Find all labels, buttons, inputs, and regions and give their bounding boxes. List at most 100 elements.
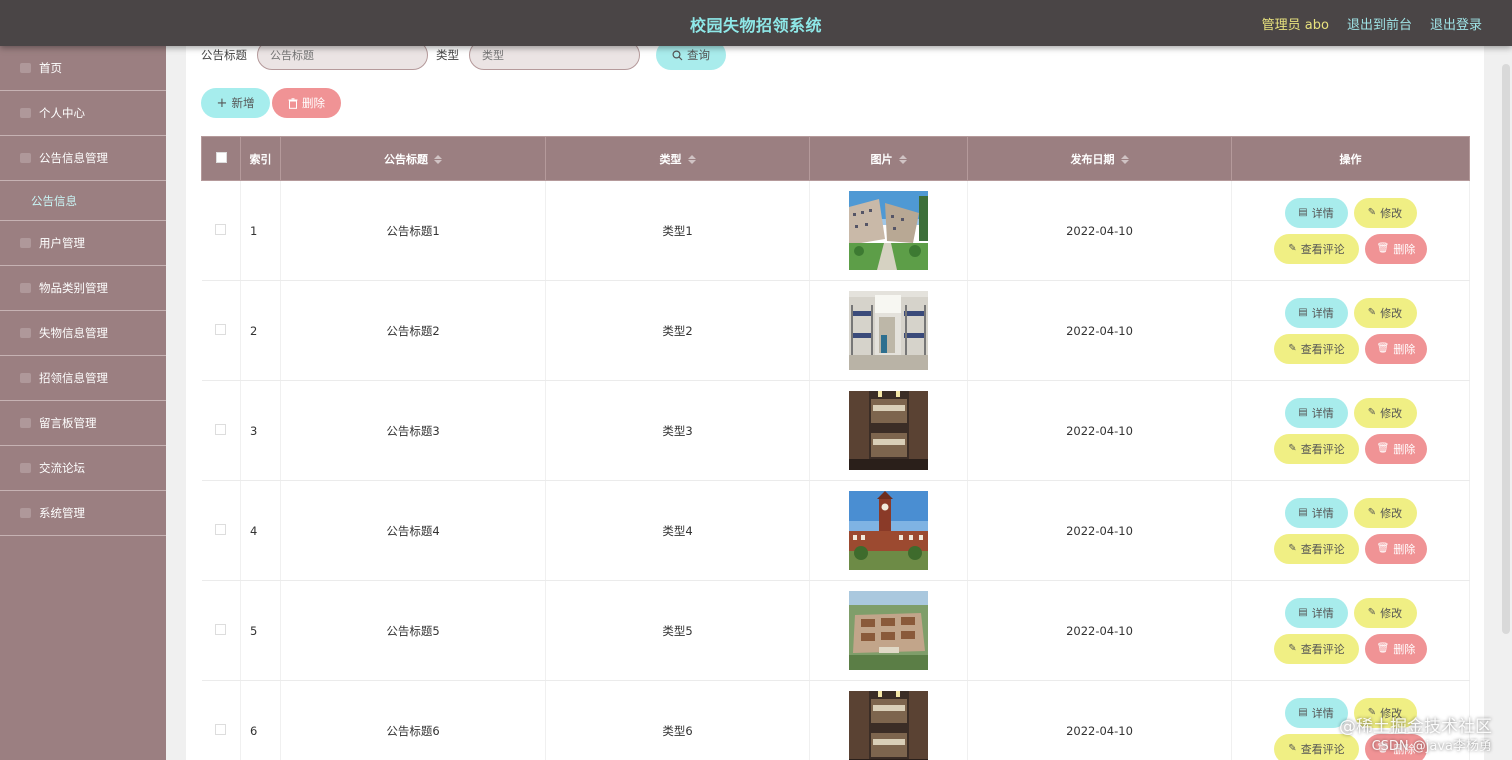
delete-button[interactable]: 🗑 删除 [1365, 333, 1427, 364]
campus-buildings-image[interactable] [849, 191, 928, 270]
sort-icon[interactable] [687, 155, 696, 164]
batch-delete-button[interactable]: 删除 [272, 88, 341, 118]
vertical-scrollbar[interactable] [1502, 64, 1510, 634]
sidebar-item-message-board[interactable]: 留言板管理 [0, 401, 166, 446]
document-icon: ▤ [1298, 507, 1308, 518]
column-header-title[interactable]: 公告标题 [280, 136, 546, 181]
sort-icon[interactable] [434, 155, 442, 164]
pencil-icon: ✎ [1367, 307, 1377, 318]
users-icon [20, 238, 31, 248]
add-button[interactable]: + 新增 [201, 88, 270, 118]
delete-button[interactable]: 🗑 删除 [1365, 233, 1427, 264]
select-all-cell [201, 136, 241, 181]
delete-button[interactable]: 🗑 删除 [1365, 533, 1427, 564]
view-comments-button[interactable]: ✎ 查看评论 [1274, 233, 1359, 264]
row-title: 公告标题6 [280, 680, 546, 760]
row-checkbox[interactable] [215, 523, 227, 535]
detail-button[interactable]: ▤ 详情 [1284, 597, 1348, 628]
row-actions: ▤ 详情 ✎ 修改 ✎ 查看评论 🗑 删除 [1231, 180, 1470, 281]
row-checkbox-cell [201, 280, 241, 381]
detail-button[interactable]: ▤ 详情 [1284, 397, 1348, 428]
table-row: 6 公告标题6 类型6 2022-04-10 ▤详情 ✎修改 ✎查看评论 [201, 680, 1470, 760]
edit-label: 修改 [1380, 506, 1403, 520]
column-header-label: 索引 [249, 152, 272, 166]
dorm-room-dark-image[interactable] [849, 391, 928, 470]
sidebar-subitem-notice[interactable]: 公告信息 [0, 181, 166, 221]
dorm-room-dark-image[interactable] [849, 691, 928, 760]
document-icon: ▤ [1298, 207, 1308, 218]
admin-label: 管理员 abo [1261, 18, 1329, 33]
view-comments-button[interactable]: ✎ 查看评论 [1274, 333, 1359, 364]
delete-button[interactable]: 🗑 删除 [1365, 633, 1427, 664]
sidebar-item-lost-items[interactable]: 失物信息管理 [0, 311, 166, 356]
detail-button[interactable]: ▤ 详情 [1284, 197, 1348, 228]
view-comments-button[interactable]: ✎ 查看评论 [1274, 433, 1359, 464]
detail-button[interactable]: ▤ 详情 [1284, 497, 1348, 528]
row-checkbox[interactable] [215, 423, 227, 435]
detail-label: 详情 [1311, 706, 1334, 720]
sidebar-item-home[interactable]: 首页 [0, 46, 166, 91]
view-comments-button[interactable]: ✎ 查看评论 [1274, 633, 1359, 664]
trash-icon [288, 97, 298, 109]
sidebar-item-profile[interactable]: 个人中心 [0, 91, 166, 136]
row-type: 类型5 [545, 580, 810, 681]
watermark-line-1: @稀土掘金技术社区 [1339, 717, 1492, 737]
detail-label: 详情 [1311, 306, 1334, 320]
pencil-icon: ✎ [1367, 607, 1377, 618]
sidebar-item-system[interactable]: 系统管理 [0, 491, 166, 536]
lost-item-icon [20, 328, 31, 338]
row-checkbox[interactable] [215, 223, 227, 235]
edit-button[interactable]: ✎ 修改 [1353, 597, 1417, 628]
row-checkbox[interactable] [215, 323, 227, 335]
pencil-icon: ✎ [1367, 507, 1377, 518]
sidebar-item-notice-management[interactable]: 公告信息管理 [0, 136, 166, 181]
query-button-label: 查询 [687, 48, 710, 62]
row-checkbox-cell [201, 380, 241, 481]
notice-table: 索引 公告标题 类型 图片 发布日期 操作 1 公告标题1 类型1 2022-0… [201, 136, 1470, 760]
column-header-date[interactable]: 发布日期 [967, 136, 1232, 181]
sidebar-item-forum[interactable]: 交流论坛 [0, 446, 166, 491]
sidebar-item-label: 首页 [39, 61, 62, 75]
document-icon: ▤ [1298, 307, 1308, 318]
edit-label: 修改 [1380, 306, 1403, 320]
document-icon: ▤ [1298, 407, 1308, 418]
select-all-checkbox[interactable] [215, 151, 227, 163]
type-search-label: 类型 [436, 48, 459, 62]
delete-label: 删除 [1393, 542, 1416, 556]
back-to-front-link[interactable]: 退出到前台 [1347, 14, 1412, 33]
sort-icon[interactable] [898, 155, 907, 164]
row-actions: ▤ 详情 ✎ 修改 ✎ 查看评论 🗑 删除 [1231, 580, 1470, 681]
clock-tower-image[interactable] [849, 491, 928, 570]
campus-aerial-image[interactable] [849, 591, 928, 670]
view-comments-label: 查看评论 [1300, 342, 1345, 356]
row-checkbox-cell [201, 480, 241, 581]
sidebar-item-category-management[interactable]: 物品类别管理 [0, 266, 166, 311]
edit-button[interactable]: ✎ 修改 [1353, 297, 1417, 328]
column-header-type[interactable]: 类型 [545, 136, 810, 181]
row-actions: ▤ 详情 ✎ 修改 ✎ 查看评论 🗑 删除 [1231, 380, 1470, 481]
sidebar-item-user-management[interactable]: 用户管理 [0, 221, 166, 266]
row-checkbox-cell [201, 580, 241, 681]
row-checkbox-cell [201, 680, 241, 760]
logout-link[interactable]: 退出登录 [1430, 14, 1482, 33]
view-comments-label: 查看评论 [1300, 442, 1345, 456]
edit-button[interactable]: ✎ 修改 [1353, 397, 1417, 428]
sidebar-item-found-items[interactable]: 招领信息管理 [0, 356, 166, 401]
sidebar-item-label: 物品类别管理 [39, 281, 108, 295]
column-header-image[interactable]: 图片 [809, 136, 968, 181]
edit-button[interactable]: ✎ 修改 [1353, 197, 1417, 228]
sort-icon[interactable] [1120, 155, 1129, 164]
delete-label: 删除 [1393, 242, 1416, 256]
document-icon: ▤ [1298, 607, 1308, 618]
row-checkbox[interactable] [215, 623, 227, 635]
row-image-cell [809, 480, 968, 581]
trash-icon: 🗑 [1376, 543, 1390, 554]
row-checkbox[interactable] [215, 723, 227, 735]
delete-button[interactable]: 🗑 删除 [1365, 433, 1427, 464]
view-comments-button[interactable]: ✎ 查看评论 [1274, 533, 1359, 564]
pencil-icon: ✎ [1367, 407, 1377, 418]
detail-button[interactable]: ▤ 详情 [1284, 297, 1348, 328]
sidebar-item-label: 招领信息管理 [39, 371, 108, 385]
edit-button[interactable]: ✎ 修改 [1353, 497, 1417, 528]
dorm-room-bunk-beds-image[interactable] [849, 291, 928, 370]
